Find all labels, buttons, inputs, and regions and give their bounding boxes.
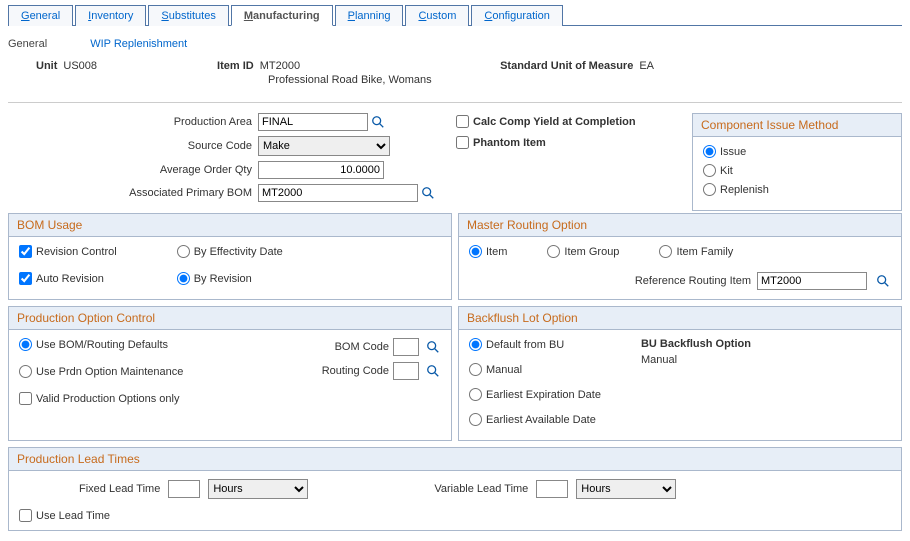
bf-earliest-exp-radio[interactable]: Earliest Expiration Date	[469, 388, 601, 401]
lookup-icon[interactable]	[875, 273, 891, 289]
itemid-value: MT2000	[260, 60, 300, 72]
rtg-code-input[interactable]	[393, 362, 419, 380]
cim-kit-radio[interactable]: Kit	[703, 164, 891, 177]
component-issue-method-box: Component Issue Method Issue Kit Repleni…	[692, 113, 902, 211]
lead-times-box: Production Lead Times Fixed Lead Time Ho…	[8, 447, 902, 531]
mr-item-radio[interactable]: Item	[469, 245, 507, 258]
unit-value: US008	[63, 60, 97, 72]
use-lead-time-checkbox[interactable]: Use Lead Time	[19, 509, 891, 522]
var-lt-label: Variable Lead Time	[434, 483, 528, 495]
calc-comp-checkbox[interactable]: Calc Comp Yield at Completion	[456, 115, 636, 128]
tab-substitutes[interactable]: Substitutes	[148, 5, 228, 26]
lookup-icon[interactable]	[420, 185, 436, 201]
revision-control-checkbox[interactable]: Revision Control	[19, 245, 117, 258]
avg-qty-input[interactable]	[258, 161, 384, 179]
valid-only-checkbox[interactable]: Valid Production Options only	[19, 392, 322, 405]
subnav-wip-link[interactable]: WIP Replenishment	[90, 38, 187, 50]
assoc-bom-label: Associated Primary BOM	[48, 187, 258, 199]
bf-manual-radio[interactable]: Manual	[469, 363, 601, 376]
tabstrip: General Inventory Substitutes Manufactur…	[8, 4, 902, 26]
auto-revision-checkbox[interactable]: Auto Revision	[19, 272, 117, 285]
bom-code-input[interactable]	[393, 338, 419, 356]
fixed-lt-label: Fixed Lead Time	[79, 483, 160, 495]
prod-area-input[interactable]	[258, 113, 368, 131]
master-routing-box: Master Routing Option Item Item Group It…	[458, 213, 902, 300]
bom-usage-box: BOM Usage Revision Control Auto Revision…	[8, 213, 452, 300]
lead-times-title: Production Lead Times	[9, 448, 901, 471]
by-effectivity-radio[interactable]: By Effectivity Date	[177, 245, 283, 258]
top-form: Production Area Source Code Make Average…	[48, 113, 436, 207]
var-lt-unit-select[interactable]: Hours	[576, 479, 676, 499]
var-lt-input[interactable]	[536, 480, 568, 498]
bom-code-label: BOM Code	[335, 341, 389, 353]
tab-planning[interactable]: Planning	[335, 5, 404, 26]
by-revision-radio[interactable]: By Revision	[177, 272, 283, 285]
tab-configuration[interactable]: Configuration	[471, 5, 562, 26]
itemid-label: Item ID	[217, 60, 254, 72]
bom-usage-title: BOM Usage	[9, 214, 451, 237]
backflush-box: Backflush Lot Option Default from BU Man…	[458, 306, 902, 441]
top-checkboxes: Calc Comp Yield at Completion Phantom It…	[456, 113, 636, 157]
lookup-icon[interactable]	[425, 339, 441, 355]
fixed-lt-input[interactable]	[168, 480, 200, 498]
tab-general[interactable]: General	[8, 5, 73, 26]
tab-inventory[interactable]: Inventory	[75, 5, 146, 26]
divider	[8, 102, 902, 103]
uom-label: Standard Unit of Measure	[500, 60, 633, 72]
cim-title: Component Issue Method	[693, 114, 901, 137]
lookup-icon[interactable]	[425, 363, 441, 379]
mr-item-family-radio[interactable]: Item Family	[659, 245, 733, 258]
assoc-bom-input[interactable]	[258, 184, 418, 202]
prod-area-label: Production Area	[48, 116, 258, 128]
phantom-checkbox[interactable]: Phantom Item	[456, 136, 636, 149]
bu-backflush-label: BU Backflush Option	[641, 338, 751, 350]
prod-opt-title: Production Option Control	[9, 307, 451, 330]
ref-routing-input[interactable]	[757, 272, 867, 290]
subnav-general: General	[8, 38, 47, 50]
subnav: General WIP Replenishment	[8, 38, 902, 50]
use-maint-radio[interactable]: Use Prdn Option Maintenance	[19, 365, 322, 378]
source-code-select[interactable]: Make	[258, 136, 390, 156]
bu-backflush-value: Manual	[641, 354, 751, 366]
ref-routing-label: Reference Routing Item	[635, 275, 751, 287]
source-code-label: Source Code	[48, 140, 258, 152]
bf-earliest-avail-radio[interactable]: Earliest Available Date	[469, 413, 601, 426]
master-routing-title: Master Routing Option	[459, 214, 901, 237]
uom-value: EA	[639, 60, 654, 72]
cim-issue-radio[interactable]: Issue	[703, 145, 891, 158]
fixed-lt-unit-select[interactable]: Hours	[208, 479, 308, 499]
rtg-code-label: Routing Code	[322, 365, 389, 377]
lookup-icon[interactable]	[370, 114, 386, 130]
cim-replenish-radio[interactable]: Replenish	[703, 183, 891, 196]
tab-manufacturing[interactable]: Manufacturing	[231, 5, 333, 26]
item-description: Professional Road Bike, Womans	[268, 74, 432, 86]
production-option-box: Production Option Control Use BOM/Routin…	[8, 306, 452, 441]
use-defaults-radio[interactable]: Use BOM/Routing Defaults	[19, 338, 322, 351]
tab-custom[interactable]: Custom	[405, 5, 469, 26]
unit-label: Unit	[36, 60, 57, 72]
mr-item-group-radio[interactable]: Item Group	[547, 245, 619, 258]
avg-qty-label: Average Order Qty	[48, 164, 258, 176]
header-info: Unit US008 Item ID MT2000 Standard Unit …	[8, 56, 902, 96]
bf-default-radio[interactable]: Default from BU	[469, 338, 601, 351]
backflush-title: Backflush Lot Option	[459, 307, 901, 330]
